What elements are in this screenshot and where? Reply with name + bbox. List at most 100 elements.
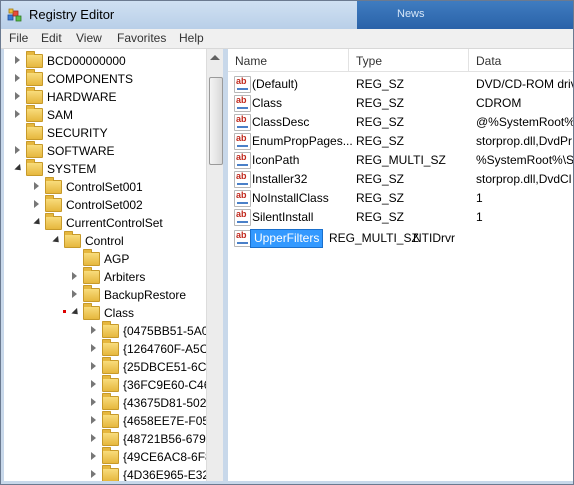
tree-item[interactable]: BackupRestore [4, 285, 206, 304]
collapsed-arrow-icon[interactable] [72, 272, 77, 280]
folder-icon [102, 339, 119, 356]
tree-item[interactable]: SECURITY [4, 123, 206, 142]
string-value-icon: ab [234, 171, 251, 188]
folder-icon [83, 267, 100, 284]
folder-icon [102, 429, 119, 446]
value-type: REG_SZ [356, 134, 405, 148]
collapsed-arrow-icon[interactable] [15, 56, 20, 64]
value-row[interactable]: ab Class REG_SZ CDROM [228, 94, 573, 113]
collapsed-arrow-icon[interactable] [91, 434, 96, 442]
folder-icon [102, 393, 119, 410]
tree-item[interactable]: AGP [4, 249, 206, 268]
tree-item-label: SOFTWARE [47, 144, 115, 158]
column-header-data[interactable]: Data [469, 49, 573, 72]
menu-favorites[interactable]: Favorites [117, 31, 166, 45]
column-header-name[interactable]: Name [228, 49, 349, 72]
value-row[interactable]: ab (Default) REG_SZ DVD/CD-ROM driv [228, 75, 573, 94]
folder-icon [45, 195, 62, 212]
collapsed-arrow-icon[interactable] [91, 326, 96, 334]
expanded-arrow-icon[interactable] [52, 235, 62, 246]
folder-icon [102, 411, 119, 428]
tree-item[interactable]: {0475BB51-5A0 [4, 321, 206, 340]
menu-view[interactable]: View [76, 31, 102, 45]
tree-item[interactable]: ControlSet001 [4, 177, 206, 196]
value-row[interactable]: ab NoInstallClass REG_SZ 1 [228, 189, 573, 208]
tree-item[interactable]: Control [4, 231, 206, 250]
menu-file[interactable]: File [9, 31, 28, 45]
tree-item[interactable]: {48721B56-6795 [4, 429, 206, 448]
tree-item[interactable]: CurrentControlSet [4, 213, 206, 232]
tree-item[interactable]: HARDWARE [4, 87, 206, 106]
values-list-pane: Name Type Data ab (Default) REG_SZ DVD/CD-R… [228, 49, 573, 481]
folder-icon [102, 321, 119, 338]
collapsed-arrow-icon[interactable] [91, 398, 96, 406]
tree-item[interactable]: {36FC9E60-C46 [4, 375, 206, 394]
collapsed-arrow-icon[interactable] [34, 200, 39, 208]
scroll-up-arrow-icon[interactable] [210, 55, 220, 60]
collapsed-arrow-icon[interactable] [15, 146, 20, 154]
expanded-arrow-icon[interactable] [33, 217, 43, 228]
value-row[interactable]: ab EnumPropPages... REG_SZ storprop.dll,Dvd… [228, 132, 573, 151]
value-data: 1 [476, 210, 483, 224]
collapsed-arrow-icon[interactable] [91, 380, 96, 388]
tree-vertical-scrollbar[interactable] [206, 49, 224, 481]
tree-item[interactable]: SAM [4, 105, 206, 124]
scroll-thumb[interactable] [209, 77, 223, 165]
tree-item[interactable]: ControlSet002 [4, 195, 206, 214]
menu-help[interactable]: Help [179, 31, 204, 45]
tree-item[interactable]: Class [4, 303, 206, 322]
value-row[interactable]: ab SilentInstall REG_SZ 1 [228, 208, 573, 227]
rename-value-input[interactable]: UpperFilters [250, 229, 324, 248]
tree-item-label: COMPONENTS [47, 72, 134, 86]
collapsed-arrow-icon[interactable] [91, 362, 96, 370]
key-tree-pane[interactable]: BCD00000000 COMPONENTS HARDWARE SAM SECURITY… [4, 49, 206, 481]
folder-icon [83, 249, 100, 266]
value-type: REG_SZ [356, 172, 405, 186]
value-data: storprop.dll,DvdPr [476, 134, 573, 148]
tree-item[interactable]: {1264760F-A5C [4, 339, 206, 358]
collapsed-arrow-icon[interactable] [91, 344, 96, 352]
folder-icon [102, 375, 119, 392]
tree-item[interactable]: Arbiters [4, 267, 206, 286]
tree-item-label: {0475BB51-5A0 [123, 324, 206, 338]
tree-item[interactable]: COMPONENTS [4, 69, 206, 88]
value-name: ClassDesc [252, 115, 310, 129]
collapsed-arrow-icon[interactable] [15, 92, 20, 100]
tree-item[interactable]: {25DBCE51-6C8 [4, 357, 206, 376]
tree-item-label: {43675D81-502 [123, 396, 206, 410]
expanded-arrow-icon[interactable] [71, 307, 81, 318]
collapsed-arrow-icon[interactable] [34, 182, 39, 190]
collapsed-arrow-icon[interactable] [15, 110, 20, 118]
tree-item[interactable]: {49CE6AC8-6F8 [4, 447, 206, 466]
tree-item[interactable]: SYSTEM [4, 159, 206, 178]
title-bar[interactable]: Registry Editor News [1, 1, 573, 29]
value-row-editing[interactable]: ab UpperFilters REG_MULTI_SZ NTIDrvr [228, 229, 573, 248]
folder-icon [26, 69, 43, 86]
collapsed-arrow-icon[interactable] [91, 452, 96, 460]
value-type: REG_MULTI_SZ [329, 231, 419, 245]
tree-item[interactable]: SOFTWARE [4, 141, 206, 160]
registry-editor-window: Registry Editor News File Edit View Favo… [0, 0, 574, 485]
column-header-name-label: Name [235, 54, 268, 68]
value-type: REG_SZ [356, 115, 405, 129]
collapsed-arrow-icon[interactable] [15, 74, 20, 82]
collapsed-arrow-icon[interactable] [72, 290, 77, 298]
tree-item[interactable]: {43675D81-502 [4, 393, 206, 412]
expanded-arrow-icon[interactable] [14, 163, 24, 174]
folder-icon [102, 447, 119, 464]
value-row[interactable]: ab IconPath REG_MULTI_SZ %SystemRoot%\S [228, 151, 573, 170]
column-header-type[interactable]: Type [349, 49, 469, 72]
value-row[interactable]: ab ClassDesc REG_SZ @%SystemRoot%\ [228, 113, 573, 132]
tree-item[interactable]: {4D36E965-E325 [4, 465, 206, 481]
folder-icon [26, 51, 43, 68]
menu-edit[interactable]: Edit [41, 31, 62, 45]
value-data: NTIDrvr [413, 231, 455, 245]
tree-item[interactable]: {4658EE7E-F050 [4, 411, 206, 430]
collapsed-arrow-icon[interactable] [91, 416, 96, 424]
tree-item-label: Control [85, 234, 124, 248]
menu-bar: File Edit View Favorites Help [1, 29, 573, 49]
value-row[interactable]: ab Installer32 REG_SZ storprop.dll,DvdCl [228, 170, 573, 189]
folder-icon [26, 123, 43, 140]
tree-item[interactable]: BCD00000000 [4, 51, 206, 70]
collapsed-arrow-icon[interactable] [91, 470, 96, 478]
